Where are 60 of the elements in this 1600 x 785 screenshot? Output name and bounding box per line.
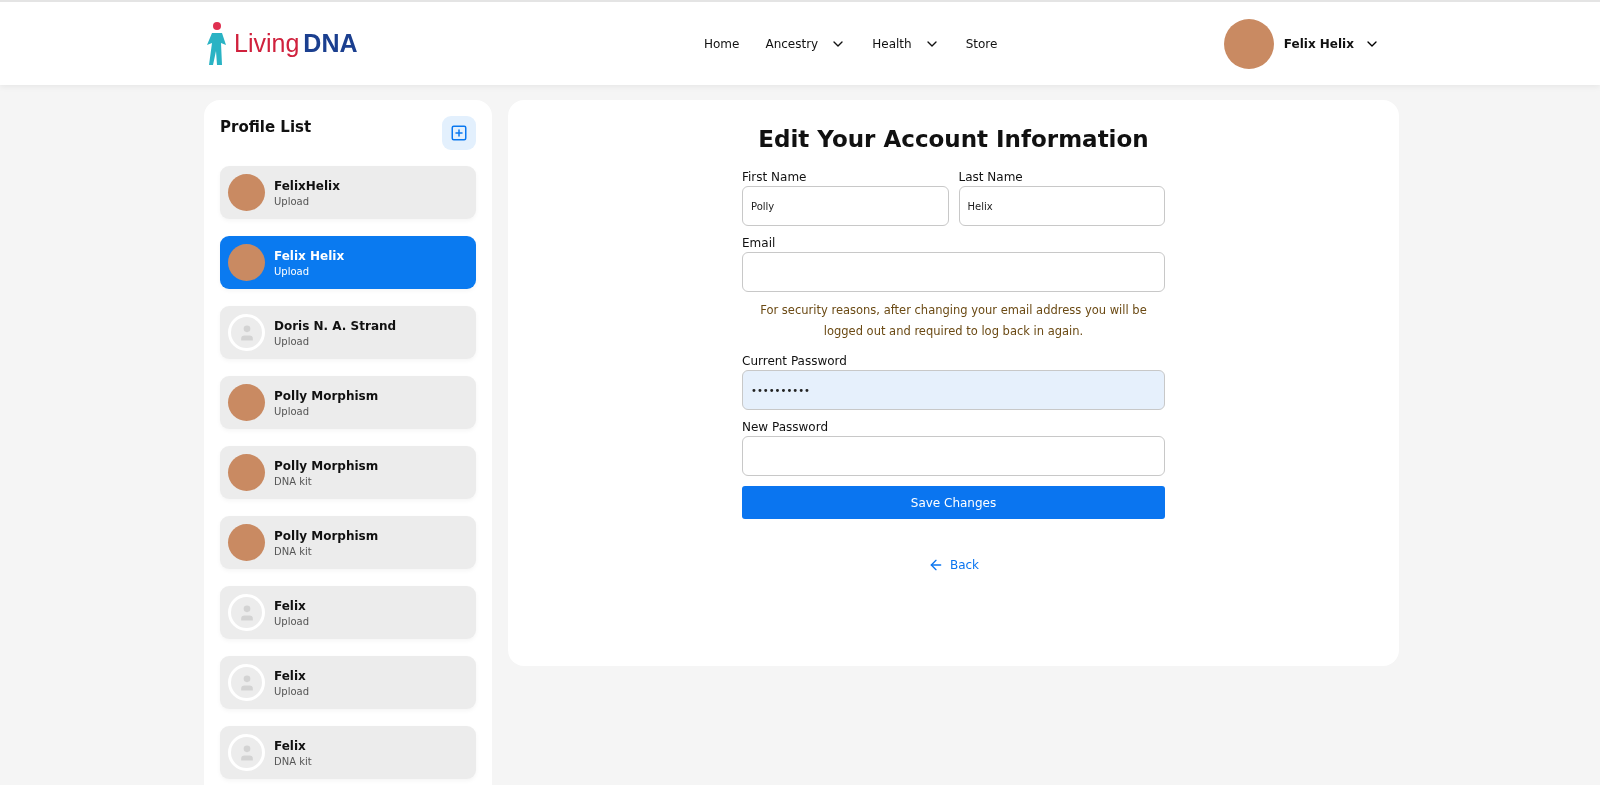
field-label: Last Name [958, 170, 1024, 184]
avatar-photo-placeholder [228, 174, 265, 211]
profile-source: Upload [274, 685, 310, 697]
profile-source: Upload [274, 405, 311, 417]
profile-item[interactable]: Polly Morphism DNA kit [220, 516, 476, 569]
profile-item[interactable]: Felix Upload [220, 586, 476, 639]
avatar-photo-placeholder [228, 524, 265, 561]
add-profile-button[interactable] [442, 116, 476, 150]
profile-source: Upload [274, 615, 310, 627]
field-label: First Name [742, 170, 808, 184]
password-field[interactable]: •••••••••• [742, 370, 1165, 410]
avatar-photo-placeholder [228, 454, 265, 491]
profile-source: DNA kit [274, 545, 313, 557]
field-label: New Password [742, 420, 830, 434]
profile-item[interactable]: Felix Helix Upload [220, 236, 476, 289]
input-field[interactable]: Polly [742, 186, 949, 226]
nav-link[interactable]: Home [704, 36, 740, 51]
avatar-photo-placeholder [228, 244, 265, 281]
profile-source: DNA kit [274, 755, 312, 767]
security-notice: For security reasons, after changing your email address you will be logged out and required to log back in again. [759, 302, 1148, 340]
nav-link[interactable]: Health [872, 35, 940, 52]
nav-link[interactable]: Store [965, 36, 998, 51]
profile-name: Felix [274, 668, 307, 683]
profile-item[interactable]: Felix Upload [220, 656, 476, 709]
profile-item[interactable]: FelixHelix Upload [220, 166, 476, 219]
profile-item[interactable]: Polly Morphism Upload [220, 376, 476, 429]
profile-source: Upload [274, 265, 311, 277]
profile-name: Polly Morphism [274, 458, 379, 473]
profile-item[interactable]: Felix DNA kit [220, 726, 476, 779]
profile-name: Polly Morphism [274, 388, 379, 403]
profile-name: FelixHelix [274, 178, 340, 193]
logo-text: Living [234, 29, 300, 58]
avatar-placeholder-icon [228, 664, 265, 701]
avatar-placeholder-icon [228, 594, 265, 631]
field-label: Email [742, 236, 777, 250]
input-field[interactable]: Helix [958, 186, 1165, 226]
field-label: Current Password [742, 354, 848, 368]
avatar-photo-placeholder [228, 384, 265, 421]
user-name: Felix Helix [1283, 36, 1354, 51]
form-title: Edit Your Account Information [758, 126, 1149, 152]
input-field[interactable] [742, 252, 1165, 292]
logo-text: DNA [303, 29, 358, 58]
profile-source: Upload [274, 195, 311, 207]
profile-name: Doris N. A. Strand [274, 318, 397, 333]
avatar-placeholder-icon [228, 314, 265, 351]
profile-item[interactable]: Doris N. A. Strand Upload [220, 306, 476, 359]
password-field[interactable] [742, 436, 1165, 476]
profile-source: DNA kit [274, 475, 313, 487]
profile-name: Polly Morphism [274, 528, 379, 543]
profile-name: Felix [274, 598, 307, 613]
profile-item[interactable]: Polly Morphism DNA kit [220, 446, 476, 499]
profile-source: Upload [274, 335, 311, 347]
avatar-placeholder-icon [228, 734, 265, 771]
save-button[interactable]: Save Changes [742, 486, 1165, 519]
nav-link[interactable]: Ancestry [765, 35, 847, 52]
back-link[interactable]: Back [927, 557, 980, 573]
panel-title: Profile List [220, 118, 312, 136]
profile-name: Felix [274, 738, 307, 753]
plus-square-icon [450, 124, 468, 142]
profile-name: Felix Helix [274, 248, 345, 263]
